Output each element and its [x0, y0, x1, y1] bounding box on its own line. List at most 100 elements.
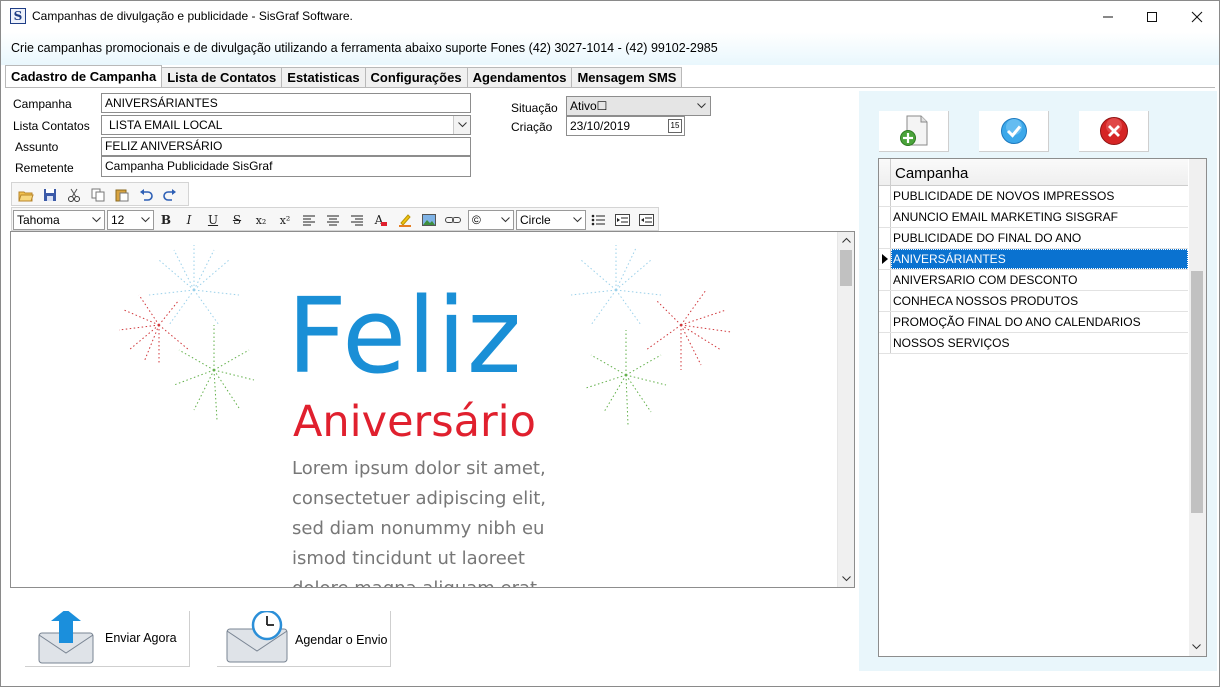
- image-icon[interactable]: [420, 211, 438, 229]
- text-color-icon[interactable]: A: [372, 211, 390, 229]
- font-family-select[interactable]: Tahoma: [13, 210, 105, 230]
- cancel-icon: [1099, 117, 1128, 145]
- tab-agendamentos[interactable]: Agendamentos: [467, 67, 573, 88]
- tab-divider: [5, 87, 1215, 88]
- table-row[interactable]: PROMOÇÃO FINAL DO ANO CALENDARIOS: [879, 312, 1188, 333]
- situacao-value: Ativo☐: [570, 99, 608, 113]
- lista-contatos-select[interactable]: LISTA EMAIL LOCAL: [101, 115, 471, 135]
- row-indicator[interactable]: [879, 207, 891, 227]
- subscript-icon[interactable]: x₂: [252, 211, 270, 229]
- banner-text: Crie campanhas promocionais e de divulga…: [11, 41, 718, 55]
- campaign-panel: Campanha PUBLICIDADE DE NOVOS IMPRESSOS A…: [859, 91, 1217, 671]
- html-editor[interactable]: Feliz Aniversário Lorem ipsum dolor sit …: [10, 231, 855, 588]
- assunto-field[interactable]: FELIZ ANIVERSÁRIO: [101, 137, 471, 156]
- maximize-icon: [1147, 11, 1157, 22]
- copy-icon[interactable]: [89, 186, 107, 204]
- app-window: S Campanhas de divulgação e publicidade …: [0, 0, 1220, 687]
- superscript-icon[interactable]: x²: [276, 211, 294, 229]
- list-style-select[interactable]: Circle: [516, 210, 586, 230]
- open-icon[interactable]: [17, 186, 35, 204]
- body-line: Lorem ipsum dolor sit amet,: [292, 458, 546, 479]
- bold-icon[interactable]: B: [157, 211, 175, 229]
- tab-mensagem-sms[interactable]: Mensagem SMS: [572, 67, 683, 88]
- tab-estatisticas[interactable]: Estatisticas: [282, 67, 366, 88]
- chevron-down-icon[interactable]: [693, 97, 710, 115]
- undo-icon[interactable]: [137, 186, 155, 204]
- indent-icon[interactable]: [613, 211, 631, 229]
- campaign-name: CONHECA NOSSOS PRODUTOS: [893, 294, 1079, 308]
- chevron-down-icon: [90, 212, 102, 228]
- row-indicator[interactable]: [879, 333, 891, 353]
- bullet-list-icon[interactable]: [589, 211, 607, 229]
- tab-configuracoes[interactable]: Configurações: [365, 67, 468, 88]
- new-campaign-button[interactable]: [879, 111, 949, 152]
- row-indicator[interactable]: [879, 186, 891, 206]
- confirm-campaign-button[interactable]: [979, 111, 1049, 152]
- table-row[interactable]: CONHECA NOSSOS PRODUTOS: [879, 291, 1188, 312]
- outdent-icon[interactable]: [637, 211, 655, 229]
- row-indicator[interactable]: [879, 228, 891, 248]
- grid-scrollbar[interactable]: [1189, 159, 1206, 656]
- greeting-subheadline: Aniversário: [293, 397, 536, 447]
- scroll-down-icon[interactable]: [838, 571, 854, 587]
- scroll-down-icon[interactable]: [1192, 639, 1201, 653]
- schedule-send-button[interactable]: Agendar o Envio: [217, 611, 391, 667]
- campanha-field[interactable]: ANIVERSÁRIANTES: [101, 93, 471, 113]
- underline-icon[interactable]: U: [204, 211, 222, 229]
- table-row[interactable]: ANIVERSARIO COM DESCONTO: [879, 270, 1188, 291]
- font-size-select[interactable]: 12: [107, 210, 154, 230]
- table-row[interactable]: NOSSOS SERVIÇOS: [879, 333, 1188, 354]
- row-indicator-header: [879, 159, 891, 185]
- italic-icon[interactable]: I: [180, 211, 198, 229]
- align-center-icon[interactable]: [324, 211, 342, 229]
- scroll-up-icon[interactable]: [838, 232, 854, 248]
- remetente-label: Remetente: [15, 161, 74, 175]
- table-row[interactable]: ANIVERSÁRIANTES: [879, 249, 1188, 270]
- grid-scroll-thumb[interactable]: [1191, 271, 1203, 513]
- row-indicator[interactable]: [879, 291, 891, 311]
- maximize-button[interactable]: [1129, 1, 1175, 32]
- cut-icon[interactable]: [65, 186, 83, 204]
- table-row[interactable]: PUBLICIDADE DE NOVOS IMPRESSOS: [879, 186, 1188, 207]
- table-row[interactable]: ANUNCIO EMAIL MARKETING SISGRAF: [879, 207, 1188, 228]
- campaign-name: PUBLICIDADE DO FINAL DO ANO: [893, 231, 1082, 245]
- font-family-value: Tahoma: [17, 213, 60, 227]
- tab-cadastro-de-campanha[interactable]: Cadastro de Campanha: [5, 65, 163, 88]
- chevron-down-icon[interactable]: [453, 116, 470, 134]
- lista-contatos-value: LISTA EMAIL LOCAL: [109, 118, 223, 132]
- column-header-campanha[interactable]: Campanha: [895, 165, 968, 182]
- align-left-icon[interactable]: [300, 211, 318, 229]
- close-button[interactable]: [1174, 1, 1219, 32]
- fireworks-right-image: [570, 245, 732, 426]
- row-indicator[interactable]: [879, 270, 891, 290]
- redo-icon[interactable]: [161, 186, 179, 204]
- tab-lista-de-contatos[interactable]: Lista de Contatos: [162, 67, 283, 88]
- campaign-name: ANIVERSÁRIANTES: [893, 252, 1006, 266]
- calendar-icon[interactable]: 15: [668, 119, 682, 133]
- title-bar: S Campanhas de divulgação e publicidade …: [1, 1, 1219, 32]
- criacao-label: Criação: [511, 120, 553, 134]
- campaign-name: PUBLICIDADE DE NOVOS IMPRESSOS: [893, 189, 1115, 203]
- editor-format-toolbar: Tahoma 12 B I U S x₂ x² A © Circle: [11, 207, 659, 231]
- criacao-date-field[interactable]: 23/10/2019 15: [566, 116, 685, 136]
- highlight-icon[interactable]: [396, 211, 414, 229]
- row-indicator[interactable]: [879, 249, 891, 269]
- strikethrough-icon[interactable]: S: [228, 211, 246, 229]
- scroll-thumb[interactable]: [840, 250, 852, 286]
- link-icon[interactable]: [444, 211, 462, 229]
- editor-scrollbar[interactable]: [837, 232, 854, 587]
- remetente-field[interactable]: Campanha Publicidade SisGraf: [101, 156, 471, 177]
- font-size-value: 12: [111, 213, 125, 227]
- symbol-select[interactable]: ©: [468, 210, 514, 230]
- align-right-icon[interactable]: [348, 211, 366, 229]
- delete-campaign-button[interactable]: [1079, 111, 1149, 152]
- table-row[interactable]: PUBLICIDADE DO FINAL DO ANO: [879, 228, 1188, 249]
- situacao-select[interactable]: Ativo☐: [566, 96, 711, 116]
- paste-icon[interactable]: [113, 186, 131, 204]
- send-now-button[interactable]: Enviar Agora: [25, 611, 190, 667]
- send-now-label: Enviar Agora: [105, 631, 177, 645]
- criacao-value: 23/10/2019: [570, 119, 631, 133]
- save-icon[interactable]: [41, 186, 59, 204]
- row-indicator[interactable]: [879, 312, 891, 332]
- minimize-button[interactable]: [1085, 1, 1131, 32]
